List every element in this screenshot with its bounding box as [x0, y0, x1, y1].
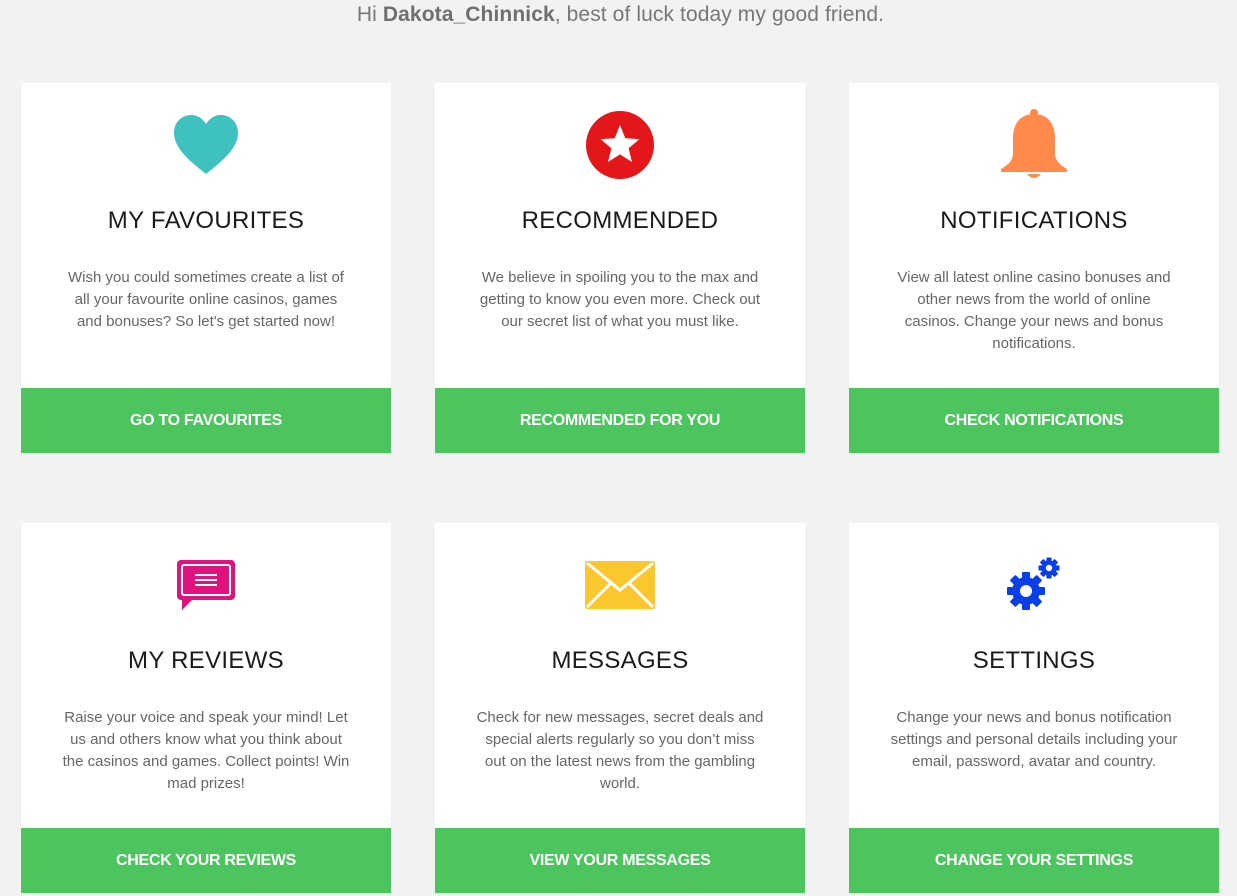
chat-bubble-icon	[21, 545, 391, 625]
greeting-prefix: Hi	[356, 3, 383, 26]
card-title: MESSAGES	[551, 647, 689, 674]
card-messages: MESSAGES Check for new messages, secret …	[435, 523, 805, 893]
card-description: Check for new messages, secret deals and…	[476, 709, 764, 792]
card-title: MY REVIEWS	[128, 647, 284, 674]
greeting-username: Dakota_Chinnick	[382, 3, 555, 26]
envelope-icon	[435, 545, 805, 625]
card-recommended: RECOMMENDED We believe in spoiling you t…	[435, 83, 805, 453]
change-your-settings-button[interactable]: CHANGE YOUR SETTINGS	[849, 828, 1219, 893]
card-description: Raise your voice and speak your mind! Le…	[62, 709, 350, 792]
card-title: RECOMMENDED	[521, 207, 719, 234]
view-your-messages-button[interactable]: VIEW YOUR MESSAGES	[435, 828, 805, 893]
check-notifications-button[interactable]: CHECK NOTIFICATIONS	[849, 388, 1219, 453]
card-description: View all latest online casino bonuses an…	[897, 269, 1171, 352]
go-to-favourites-button[interactable]: GO TO FAVOURITES	[21, 388, 391, 453]
card-notifications: NOTIFICATIONS View all latest online cas…	[849, 83, 1219, 453]
recommended-for-you-button[interactable]: RECOMMENDED FOR YOU	[435, 388, 805, 453]
star-badge-icon	[435, 105, 805, 185]
bell-icon	[849, 105, 1219, 185]
heart-icon	[21, 105, 391, 185]
card-description: Change your news and bonus notification …	[890, 709, 1178, 770]
greeting-suffix: , best of luck today my good friend.	[554, 3, 885, 26]
card-title: SETTINGS	[972, 647, 1096, 674]
gears-icon	[849, 545, 1219, 625]
check-your-reviews-button[interactable]: CHECK YOUR REVIEWS	[21, 828, 391, 893]
card-favourites: MY FAVOURITES Wish you could sometimes c…	[21, 83, 391, 453]
card-title: NOTIFICATIONS	[940, 207, 1128, 234]
greeting-text: Hi Dakota_Chinnick, best of luck today m…	[0, 3, 1237, 27]
card-description: We believe in spoiling you to the max an…	[479, 269, 761, 330]
card-description: Wish you could sometimes create a list o…	[68, 269, 344, 330]
card-reviews: MY REVIEWS Raise your voice and speak yo…	[21, 523, 391, 893]
card-title: MY FAVOURITES	[107, 207, 305, 234]
card-settings: SETTINGS Change your news and bonus noti…	[849, 523, 1219, 893]
